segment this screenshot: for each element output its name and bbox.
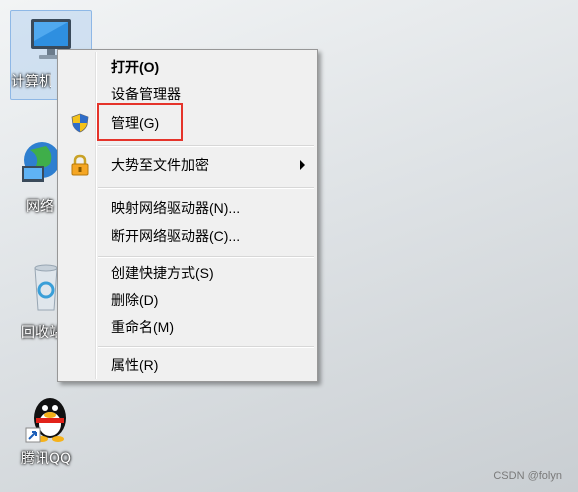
menu-item-label: 断开网络驱动器(C)... — [111, 228, 241, 244]
menu-item-label: 打开(O) — [111, 59, 160, 75]
menu-item-file-encrypt[interactable]: 大势至文件加密 — [60, 153, 315, 177]
desktop-icon-qq[interactable]: 腾讯QQ — [6, 388, 86, 468]
desktop-icon-label: 腾讯QQ — [20, 451, 72, 467]
menu-item-create-shortcut[interactable]: 创建快捷方式(S) — [60, 261, 315, 285]
menu-separator — [98, 145, 314, 147]
menu-item-rename[interactable]: 重命名(M) — [60, 315, 315, 339]
menu-item-label: 重命名(M) — [111, 319, 174, 335]
menu-item-disconnect-network-drive[interactable]: 断开网络驱动器(C)... — [60, 224, 315, 248]
menu-item-properties[interactable]: 属性(R) — [60, 353, 315, 377]
menu-separator — [98, 256, 314, 258]
menu-item-label: 映射网络驱动器(N)... — [111, 200, 241, 216]
highlight-box — [97, 103, 183, 141]
menu-item-delete[interactable]: 删除(D) — [60, 288, 315, 312]
lock-icon — [69, 154, 91, 176]
menu-separator — [98, 346, 314, 348]
menu-item-label: 删除(D) — [111, 292, 159, 308]
qq-penguin-icon — [18, 388, 74, 444]
context-menu: 打开(O) 设备管理器 管理(G) 大势至文件加密 映射网络驱动器(N)... — [57, 49, 318, 382]
menu-item-label: 大势至文件加密 — [111, 157, 209, 173]
watermark: CSDN @folyn — [493, 470, 562, 482]
menu-item-label: 设备管理器 — [111, 86, 181, 102]
menu-separator — [98, 187, 314, 189]
uac-shield-icon — [69, 112, 91, 134]
menu-item-map-network-drive[interactable]: 映射网络驱动器(N)... — [60, 196, 315, 220]
submenu-arrow-icon — [300, 160, 305, 170]
desktop-icon-label: 网络 — [26, 199, 54, 215]
desktop-icon-label: 计算机 — [11, 74, 51, 90]
desktop-icon-label: 回收站 — [21, 325, 61, 341]
menu-item-label: 属性(R) — [111, 357, 159, 373]
menu-item-open[interactable]: 打开(O) — [60, 55, 315, 79]
menu-item-label: 创建快捷方式(S) — [111, 265, 214, 281]
